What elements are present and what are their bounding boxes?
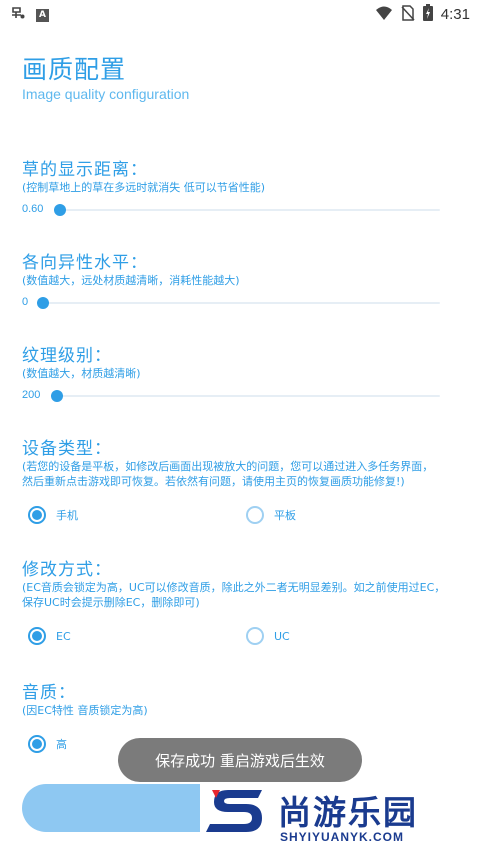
audio-quality-title: 音质：: [22, 683, 76, 703]
slider-track: [43, 302, 440, 304]
page-subtitle: Image quality configuration: [22, 86, 190, 102]
device-type-desc-line2: 然后重新点击游戏即可恢复。若依然有问题，请使用主页的恢复画质功能修复!): [22, 475, 405, 488]
radio-phone[interactable]: 手机: [28, 506, 78, 524]
radio-uc-label: UC: [274, 629, 290, 643]
radio-phone-label: 手机: [56, 509, 78, 522]
watermark: 尚游乐园 SHYIYUANYK.COM: [200, 782, 480, 852]
notification-icon: [10, 5, 26, 25]
radio-button[interactable]: [246, 506, 264, 524]
radio-high-label: 高: [56, 738, 67, 751]
radio-tablet-label: 平板: [274, 509, 296, 522]
radio-ec[interactable]: EC: [28, 627, 71, 645]
status-time: 4:31: [440, 6, 470, 23]
watermark-logo-icon: [206, 790, 262, 832]
wifi-icon: [375, 5, 393, 25]
toast-message: 保存成功 重启游戏后生效: [118, 738, 362, 782]
battery-icon: [422, 4, 433, 25]
slider-track: [60, 209, 440, 211]
texture-level-slider[interactable]: [51, 390, 440, 402]
audio-quality-desc: (因EC特性 音质锁定为高): [22, 704, 148, 717]
status-bar: A 4:31: [0, 0, 480, 28]
radio-tablet[interactable]: 平板: [246, 506, 296, 524]
grass-distance-title: 草的显示距离：: [22, 160, 148, 180]
radio-button[interactable]: [28, 627, 46, 645]
page-title: 画质配置: [22, 55, 127, 84]
texture-level-desc: (数值越大，材质越清晰): [22, 367, 141, 380]
watermark-text: 尚游乐园: [278, 793, 418, 832]
slider-thumb[interactable]: [37, 297, 49, 309]
grass-distance-desc: (控制草地上的草在多远时就消失 低可以节省性能): [22, 181, 266, 194]
texture-level-title: 纹理级别：: [22, 346, 112, 366]
radio-button[interactable]: [28, 735, 46, 753]
slider-track: [57, 395, 440, 397]
watermark-subtext: SHYIYUANYK.COM: [280, 830, 405, 844]
modify-mode-desc-line1: (EC音质会锁定为高，UC可以修改音质，除此之外二者无明显差别。如之前使用过EC…: [22, 581, 446, 594]
device-type-title: 设备类型：: [22, 439, 112, 459]
device-type-desc-line1: (若您的设备是平板，如修改后画面出现被放大的问题，您可以通过进入多任务界面，: [22, 460, 434, 473]
no-sim-icon: [401, 4, 415, 25]
anisotropy-slider[interactable]: [37, 297, 440, 309]
texture-level-value: 200: [22, 389, 41, 401]
anisotropy-value: 0: [22, 296, 29, 308]
modify-mode-desc-line2: 保存UC时会提示删除EC，删除即可): [22, 596, 200, 609]
anisotropy-title: 各向异性水平：: [22, 253, 148, 273]
radio-button[interactable]: [28, 506, 46, 524]
radio-uc[interactable]: UC: [246, 627, 290, 645]
anisotropy-desc: (数值越大，远处材质越清晰，消耗性能越大): [22, 274, 240, 287]
grass-distance-slider[interactable]: [54, 204, 440, 216]
radio-button[interactable]: [246, 627, 264, 645]
grass-distance-value: 0.60: [22, 203, 44, 215]
slider-thumb[interactable]: [54, 204, 66, 216]
slider-thumb[interactable]: [51, 390, 63, 402]
radio-ec-label: EC: [56, 629, 71, 643]
modify-mode-title: 修改方式：: [22, 560, 112, 580]
radio-high[interactable]: 高: [28, 735, 67, 753]
a-icon: A: [36, 8, 49, 22]
